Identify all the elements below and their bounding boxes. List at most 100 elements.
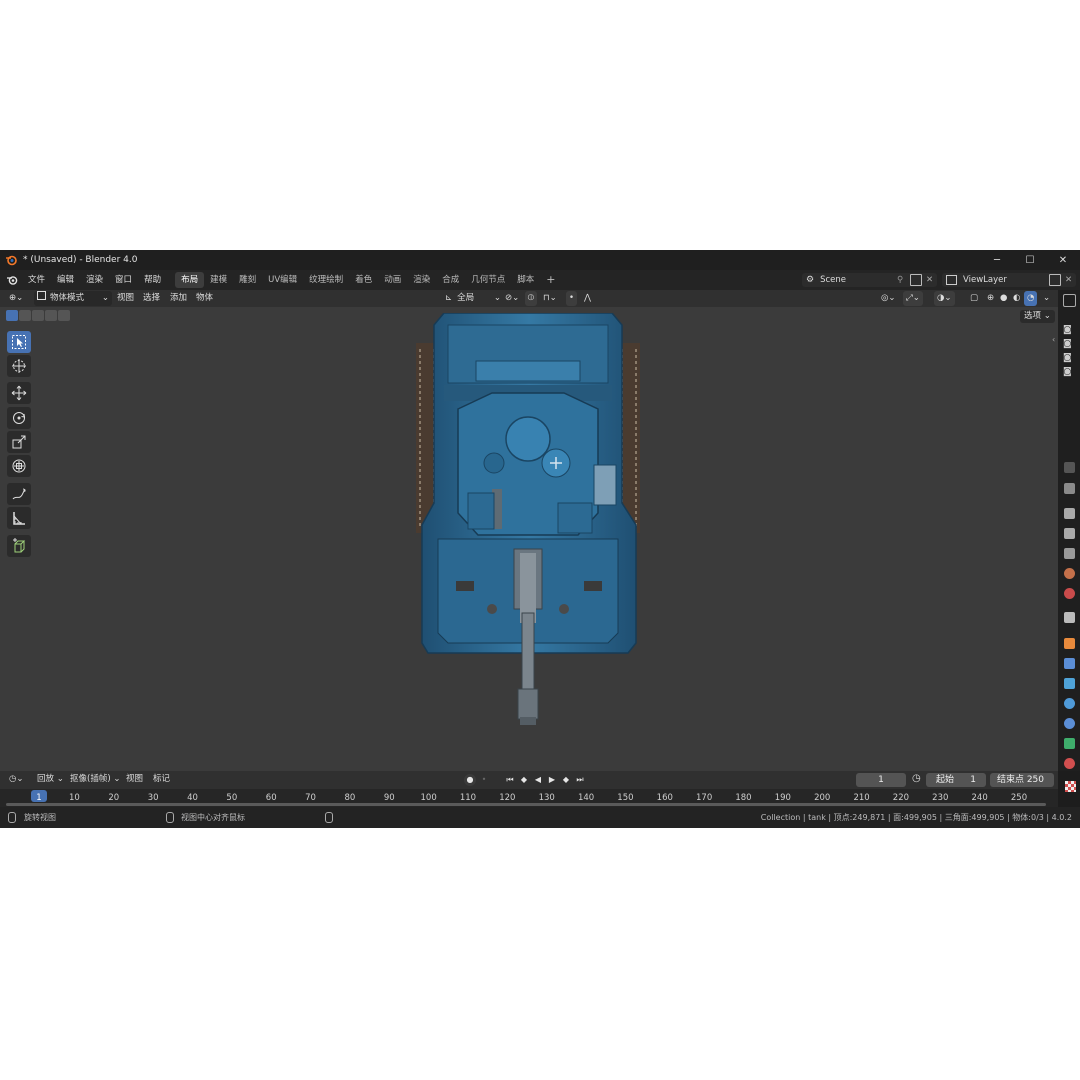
output-properties-icon[interactable] <box>1064 528 1075 539</box>
maximize-button[interactable]: ☐ <box>1013 250 1047 270</box>
workspace-tab-shading[interactable]: 着色 <box>349 272 378 288</box>
workspace-tab-scripting[interactable]: 脚本 <box>511 272 540 288</box>
jump-to-prev-keyframe-icon[interactable]: ◆ <box>518 774 530 786</box>
select-new-icon[interactable] <box>6 310 18 321</box>
view-layer-selector[interactable]: ViewLayer ✕ <box>942 273 1076 287</box>
remove-scene-icon[interactable]: ✕ <box>926 275 933 285</box>
3d-viewport[interactable]: 选项 ⌄ ‹ <box>0 307 1058 771</box>
auto-keying-icon[interactable]: ● <box>464 774 476 786</box>
modifier-properties-icon[interactable] <box>1064 658 1075 669</box>
minimize-button[interactable]: ─ <box>980 250 1014 270</box>
constraints-properties-icon[interactable] <box>1064 718 1075 729</box>
menu-view[interactable]: 视图 <box>114 291 137 306</box>
snap-icon[interactable]: ⦶ <box>525 291 538 306</box>
physics-properties-icon[interactable] <box>1064 698 1075 709</box>
measure-tool[interactable] <box>7 507 31 529</box>
editor-type-icon[interactable]: ⊕⌄ <box>6 291 26 306</box>
editor-type-icon[interactable] <box>1063 294 1076 307</box>
play-reverse-icon[interactable]: ◀ <box>532 774 544 786</box>
timeline-scrollbar[interactable] <box>6 803 1046 806</box>
shading-options-icon[interactable]: ⌄ <box>1040 291 1053 306</box>
preview-range-icon[interactable]: ◷ <box>912 773 921 784</box>
workspace-tab-modeling[interactable]: 建模 <box>204 272 233 288</box>
annotate-tool[interactable] <box>7 483 31 505</box>
transform-orientation-selector[interactable]: ⊾ 全局 ⌄ <box>442 291 502 306</box>
snap-target-icon[interactable]: ⊓⌄ <box>540 291 560 306</box>
play-icon[interactable]: ▶ <box>546 774 558 786</box>
menu-add[interactable]: 添加 <box>167 291 190 306</box>
material-properties-icon[interactable] <box>1064 758 1075 769</box>
menu-select[interactable]: 选择 <box>140 291 163 306</box>
jump-to-next-keyframe-icon[interactable]: ◆ <box>560 774 572 786</box>
workspace-tab-compositing[interactable]: 合成 <box>436 272 465 288</box>
workspace-tab-sculpting[interactable]: 雕刻 <box>233 272 262 288</box>
camera-icon[interactable]: ◙ <box>1063 353 1072 363</box>
workspace-tab-layout[interactable]: 布局 <box>175 272 205 288</box>
menu-edit[interactable]: 编辑 <box>51 272 80 288</box>
new-view-layer-icon[interactable] <box>1049 274 1061 286</box>
close-button[interactable]: ✕ <box>1046 250 1080 270</box>
scene-properties-icon[interactable] <box>1064 568 1075 579</box>
view-layer-properties-icon[interactable] <box>1064 548 1075 559</box>
wireframe-shading-icon[interactable]: ⊕ <box>984 291 997 306</box>
xray-icon[interactable]: ▢ <box>967 291 981 306</box>
camera-icon[interactable]: ◙ <box>1063 367 1072 377</box>
jump-to-end-icon[interactable]: ⏭ <box>574 774 586 786</box>
workspace-tab-animation[interactable]: 动画 <box>378 272 407 288</box>
end-frame-field[interactable]: 结束点 250 <box>990 773 1054 787</box>
menu-playback[interactable]: 回放 ⌄ <box>34 772 67 787</box>
rotate-tool[interactable] <box>7 407 31 429</box>
menu-file[interactable]: 文件 <box>22 272 51 288</box>
remove-view-layer-icon[interactable]: ✕ <box>1065 275 1072 285</box>
scale-tool[interactable] <box>7 431 31 453</box>
start-frame-field[interactable]: 起始 1 <box>926 773 986 787</box>
menu-help[interactable]: 帮助 <box>138 272 167 288</box>
select-extend-icon[interactable] <box>19 310 31 321</box>
add-workspace-button[interactable]: + <box>540 272 561 288</box>
solid-shading-icon[interactable]: ● <box>997 291 1010 306</box>
particles-properties-icon[interactable] <box>1064 678 1075 689</box>
overlay-icon[interactable]: ◑⌄ <box>934 291 955 306</box>
proportional-edit-icon[interactable]: • <box>566 291 578 306</box>
gizmo-icon[interactable]: ⤢⌄ <box>903 291 923 306</box>
tool-settings-icon[interactable] <box>1064 462 1075 473</box>
scene-selector[interactable]: ⚙ Scene ⚲ ✕ <box>802 273 937 287</box>
camera-icon[interactable]: ◙ <box>1063 339 1072 349</box>
select-box-tool[interactable] <box>7 331 31 353</box>
workspace-tab-uv-editing[interactable]: UV编辑 <box>262 272 303 288</box>
cursor-tool[interactable] <box>7 355 31 377</box>
sidebar-toggle-icon[interactable]: ‹ <box>1052 335 1055 344</box>
visibility-icon[interactable]: ◎⌄ <box>878 291 899 306</box>
menu-timeline-view[interactable]: 视图 <box>123 772 146 787</box>
tank-model-render[interactable] <box>408 313 648 729</box>
select-intersect-icon[interactable] <box>58 310 70 321</box>
menu-object[interactable]: 物体 <box>193 291 216 306</box>
select-invert-icon[interactable] <box>45 310 57 321</box>
jump-to-start-icon[interactable]: ⏮ <box>504 774 516 786</box>
menu-keying[interactable]: 抠像(插帧) ⌄ <box>67 772 123 787</box>
world-properties-icon[interactable] <box>1064 588 1075 599</box>
keying-set-icon[interactable]: • <box>478 774 490 786</box>
pivot-icon[interactable]: ⊘⌄ <box>502 291 522 306</box>
rendered-shading-icon[interactable]: ◔ <box>1024 291 1038 306</box>
timeline-editor[interactable]: ◷⌄ 回放 ⌄ 抠像(插帧) ⌄ 视图 标记 ● • ⏮ ◆ ◀ ▶ ◆ ⏭ 1… <box>0 771 1058 807</box>
transform-tool[interactable] <box>7 455 31 477</box>
move-tool[interactable] <box>7 382 31 404</box>
options-dropdown[interactable]: 选项 ⌄ <box>1020 310 1055 323</box>
object-properties-icon[interactable] <box>1064 638 1075 649</box>
workspace-tab-texture-paint[interactable]: 纹理绘制 <box>303 272 349 288</box>
texture-properties-icon[interactable] <box>1065 781 1076 792</box>
menu-window[interactable]: 窗口 <box>109 272 138 288</box>
material-shading-icon[interactable]: ◐ <box>1010 291 1023 306</box>
select-subtract-icon[interactable] <box>32 310 44 321</box>
timeline-editor-type-icon[interactable]: ◷⌄ <box>6 772 27 787</box>
mode-selector[interactable]: 物体模式 ⌄ <box>34 291 112 306</box>
falloff-icon[interactable]: ⋀ <box>581 291 594 306</box>
data-properties-icon[interactable] <box>1064 738 1075 749</box>
active-tool-icon[interactable] <box>1064 483 1075 494</box>
menu-marker[interactable]: 标记 <box>150 772 173 787</box>
blender-menu-icon[interactable] <box>6 274 18 286</box>
add-cube-tool[interactable] <box>7 535 31 557</box>
pin-icon[interactable]: ⚲ <box>897 275 903 285</box>
new-scene-icon[interactable] <box>910 274 922 286</box>
